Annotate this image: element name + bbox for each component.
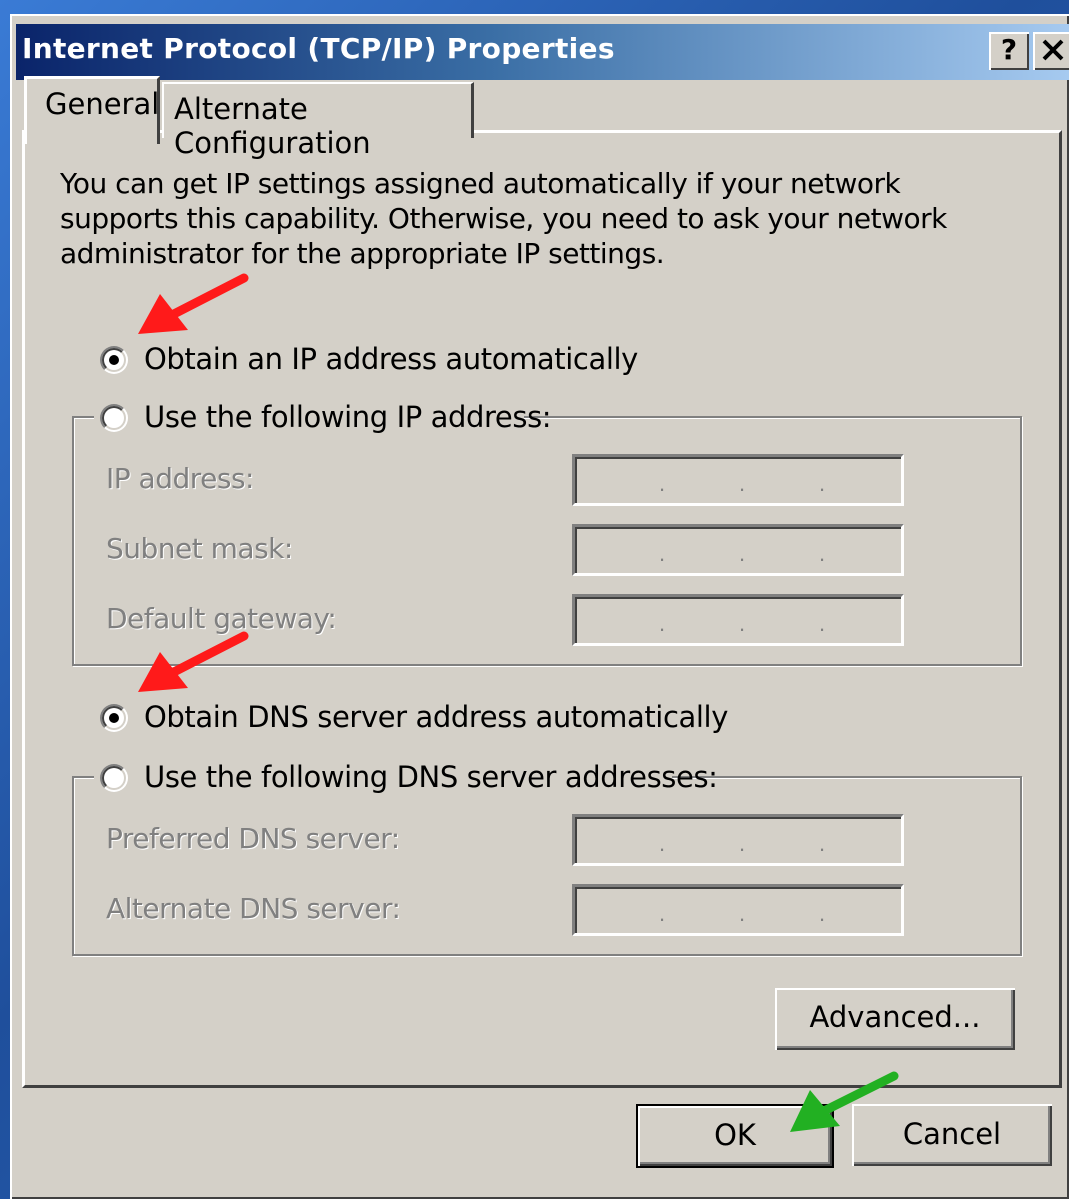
default-gateway-field[interactable]: ... [572,594,904,646]
close-button[interactable] [1033,32,1069,70]
tab-alternate-configuration[interactable]: Alternate Configuration [162,82,474,160]
obtain-ip-auto-radio[interactable] [100,346,128,374]
help-button[interactable]: ? [989,32,1029,70]
ip-address-field[interactable]: ... [572,454,904,506]
tab-general[interactable]: General [24,76,160,144]
use-following-ip-label: Use the following IP address: [144,400,552,434]
red-arrow-icon [138,273,249,334]
intro-text: You can get IP settings assigned automat… [60,167,947,270]
preferred-dns-label: Preferred DNS server: [106,822,400,855]
title-bar[interactable]: Internet Protocol (TCP/IP) Properties ? [16,24,1069,80]
red-arrow-icon [138,631,249,692]
ip-address-label: IP address: [106,462,254,495]
alternate-dns-field[interactable]: ... [572,884,904,936]
use-following-dns-radio[interactable] [100,764,128,792]
subnet-mask-field[interactable]: ... [572,524,904,576]
close-icon [1042,39,1064,61]
alternate-dns-label: Alternate DNS server: [106,892,401,925]
green-arrow-icon [790,1071,899,1132]
subnet-mask-label: Subnet mask: [106,532,293,565]
window-title: Internet Protocol (TCP/IP) Properties [22,32,615,65]
obtain-dns-auto-label: Obtain DNS server address automatically [144,700,728,734]
use-following-ip-radio[interactable] [100,404,128,432]
obtain-dns-auto-radio[interactable] [100,704,128,732]
preferred-dns-field[interactable]: ... [572,814,904,866]
use-following-dns-option[interactable]: Use the following DNS server addresses: [94,760,718,794]
obtain-ip-auto-label: Obtain an IP address automatically [144,342,638,376]
use-following-ip-option[interactable]: Use the following IP address: [94,400,552,434]
use-following-dns-label: Use the following DNS server addresses: [144,760,718,794]
advanced-button[interactable]: Advanced... [775,988,1015,1050]
